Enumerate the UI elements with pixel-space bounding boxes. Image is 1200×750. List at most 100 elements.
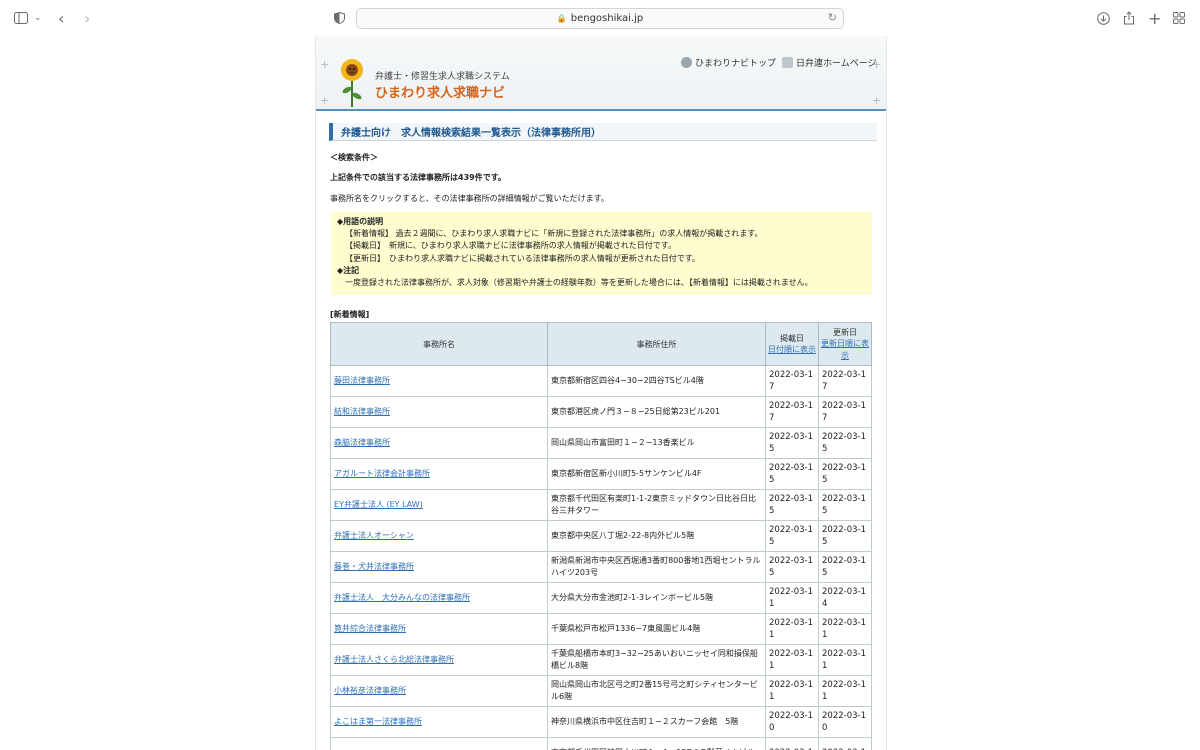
office-address-cell: 東京都千代田区神田小川町１−１−15D＆D製菓ノキビル [547,737,766,750]
posted-date-cell: 2022-03-15 [765,520,819,552]
office-name-cell: 弁護士法人 大分みんなの法律事務所 [330,582,548,614]
table-row: 小林裕彦法律事務所 岡山県岡山市北区弓之町2番15号弓之町シティセンタービル6階 2… [330,675,872,707]
click-hint: 事務所名をクリックすると、その法律事務所の詳細情報がご覧いただけます。 [330,194,609,203]
office-name-link[interactable]: 弁護士法人 大分みんなの法律事務所 [334,593,470,602]
privacy-shield-icon[interactable] [334,9,345,27]
table-caption: [新着情報] [330,310,370,319]
office-name-cell: 筧井綜合法律事務所 [330,613,548,645]
site-subtitle: 弁護士・修習生求人求職システム [375,72,510,82]
office-name-link[interactable]: よこはま第一法律事務所 [334,717,422,726]
table-header-row: 事務所名 事務所住所 掲載日 日付順に表示 更新日 更新日順に表示 [330,322,872,366]
download-icon[interactable] [1097,9,1110,27]
table-row: 結和法律事務所 東京都港区虎ノ門３−８−25日総第23ビル201 2022-03-1… [330,396,872,428]
posted-date-cell: 2022-03-11 [765,613,819,645]
address-bar[interactable]: 🔒 bengoshikai.jp ↻ [356,8,844,29]
office-address-cell: 神奈川県横浜市中区住吉町１−２スカーフ会館 5階 [547,706,766,738]
posted-date-cell: 2022-03-17 [765,365,819,397]
himawari-navi-top-link[interactable]: ひまわりナビトップ [681,56,776,69]
office-name-link[interactable]: 藤巻・犬井法律事務所 [334,562,414,571]
office-name-link[interactable]: EY弁護士法人 (EY LAW) [334,500,423,509]
office-name-link[interactable]: 結和法律事務所 [334,407,390,416]
table-row: 弁護士法人オーシャン 東京都中央区八丁堀2-22-8内外ビル5階 2022-03-1… [330,520,872,552]
updated-date-cell: 2022-03-1 [818,737,872,750]
office-address-cell: 新潟県新潟市中央区西堀通3番町800番地1西堀セントラルハイツ203号 [547,551,766,583]
office-name-cell: 弁護士法人さくら北総法律事務所 [330,644,548,676]
nichibenren-home-label: 日弁連ホームページ [796,59,877,69]
updated-date-cell: 2022-03-14 [818,582,872,614]
updated-date-cell: 2022-03-10 [818,706,872,738]
posted-date-cell: 2022-03-11 [765,644,819,676]
plus-ornament-icon: + [872,94,882,107]
updated-date-cell: 2022-03-15 [818,551,872,583]
updated-date-cell: 2022-03-17 [818,396,872,428]
nichibenren-home-link[interactable]: 日弁連ホームページ [782,56,877,69]
share-icon[interactable] [1123,9,1135,27]
plus-ornament-icon: + [320,58,330,71]
office-name-link[interactable]: 小林裕彦法律事務所 [334,686,406,695]
sort-by-posted-link[interactable]: 日付順に表示 [768,344,816,356]
updated-date-cell: 2022-03-15 [818,520,872,552]
posted-header-label: 掲載日 [780,333,804,343]
table-row: 弁護士法人さくら北総法律事務所 千葉県船橋市本町3−32−25あいおいニッセイ同和… [330,644,872,676]
office-name-cell [330,737,548,750]
posted-date-cell: 2022-03-11 [765,582,819,614]
office-name-link[interactable]: 弁護士法人オーシャン [334,531,414,540]
table-row: 弁護士法人 大分みんなの法律事務所 大分県大分市金池町2-1-3レインボービル5階… [330,582,872,614]
results-table: 事務所名 事務所住所 掲載日 日付順に表示 更新日 更新日順に表示 藤田法律事務… [330,322,872,750]
table-row: 藤田法律事務所 東京都新宿区四谷4−30−2四谷TSビル4階 2022-03-17 2… [330,365,872,397]
posted-date-cell: 2022-03-17 [765,396,819,428]
office-address-cell: 東京都中央区八丁堀2-22-8内外ビル5階 [547,520,766,552]
updated-date-cell: 2022-03-11 [818,613,872,645]
note-text: 一度登録された法律事務所が、求人対象（修習期や弁護士の経験年数）等を更新した場合… [345,278,813,288]
home-icon [782,57,793,68]
tab-overview-icon[interactable] [1173,9,1185,27]
search-conditions-label: ＜検索条件＞ [330,153,378,162]
office-address-cell: 東京都新宿区新小川町5-5サンケンビル4F [547,458,766,490]
office-name-cell: アガルート法律会計事務所 [330,458,548,490]
office-name-link[interactable]: 森脇法律事務所 [334,438,390,447]
term-posted-date: 【掲載日】 新規に、ひまわり求人求職ナビに法律事務所の求人情報が掲載された日付で… [345,241,676,251]
office-address-cell: 千葉県船橋市本町3−32−25あいおいニッセイ同和損保船橋ビル8階 [547,644,766,676]
sidebar-toggle-icon[interactable] [14,9,28,27]
office-name-cell: 藤巻・犬井法律事務所 [330,551,548,583]
reload-icon[interactable]: ↻ [828,11,837,24]
web-page: + + + + 弁護士・修習生求人求職システム ひまわり求人求職ナビ ひまわりナ… [315,36,887,750]
office-name-cell: EY弁護士法人 (EY LAW) [330,489,548,521]
office-name-cell: 小林裕彦法律事務所 [330,675,548,707]
column-header-posted: 掲載日 日付順に表示 [765,322,819,366]
posted-date-cell: 2022-03-15 [765,489,819,521]
office-name-cell: 藤田法律事務所 [330,365,548,397]
back-icon[interactable]: ‹ [58,9,64,28]
office-address-cell: 岡山県岡山市北区弓之町2番15号弓之町シティセンタービル6階 [547,675,766,707]
table-row: よこはま第一法律事務所 神奈川県横浜市中区住吉町１−２スカーフ会館 5階 2022-… [330,706,872,738]
table-row: 東京都千代田区神田小川町１−１−15D＆D製菓ノキビル2022-03-12022… [330,737,872,750]
table-row: EY弁護士法人 (EY LAW) 東京都千代田区有楽町1-1-2東京ミッドタウン日… [330,489,872,521]
chevron-down-icon[interactable]: ⌄ [34,9,42,27]
term-updated-date: 【更新日】 ひまわり求人求職ナビに掲載されている法律事務所の求人情報が更新された… [345,253,700,263]
column-header-address: 事務所住所 [547,322,766,366]
url-text: bengoshikai.jp [570,13,644,24]
office-name-link[interactable]: 筧井綜合法律事務所 [334,624,406,633]
lock-icon: 🔒 [556,14,567,23]
column-header-updated: 更新日 更新日順に表示 [818,322,872,366]
result-count: 上記条件での該当する法律事務所は439件です。 [330,173,506,182]
office-address-cell: 大分県大分市金池町2-1-3レインボービル5階 [547,582,766,614]
site-title: ひまわり求人求職ナビ [375,86,506,101]
terms-heading: ◆用語の説明 [337,217,384,226]
office-name-link[interactable]: 弁護士法人さくら北総法律事務所 [334,655,454,664]
site-header: + + + + 弁護士・修習生求人求職システム ひまわり求人求職ナビ ひまわりナ… [316,36,886,111]
sort-by-updated-link[interactable]: 更新日順に表示 [821,338,869,362]
office-name-link[interactable]: 藤田法律事務所 [334,376,390,385]
office-address-cell: 東京都港区虎ノ門３−８−25日総第23ビル201 [547,396,766,428]
office-address-cell: 岡山県岡山市富田町１−２−13香楽ビル [547,427,766,459]
table-row: アガルート法律会計事務所 東京都新宿区新小川町5-5サンケンビル4F 2022-03… [330,458,872,490]
posted-date-cell: 2022-03-11 [765,675,819,707]
office-name-link[interactable]: アガルート法律会計事務所 [334,469,430,478]
posted-date-cell: 2022-03-15 [765,458,819,490]
new-tab-icon[interactable]: + [1148,9,1161,28]
office-address-cell: 東京都千代田区有楽町1-1-2東京ミッドタウン日比谷日比谷三井タワー [547,489,766,521]
circle-icon [681,57,692,68]
updated-date-cell: 2022-03-17 [818,365,872,397]
column-header-name: 事務所名 [330,322,548,366]
forward-icon[interactable]: › [84,9,90,28]
